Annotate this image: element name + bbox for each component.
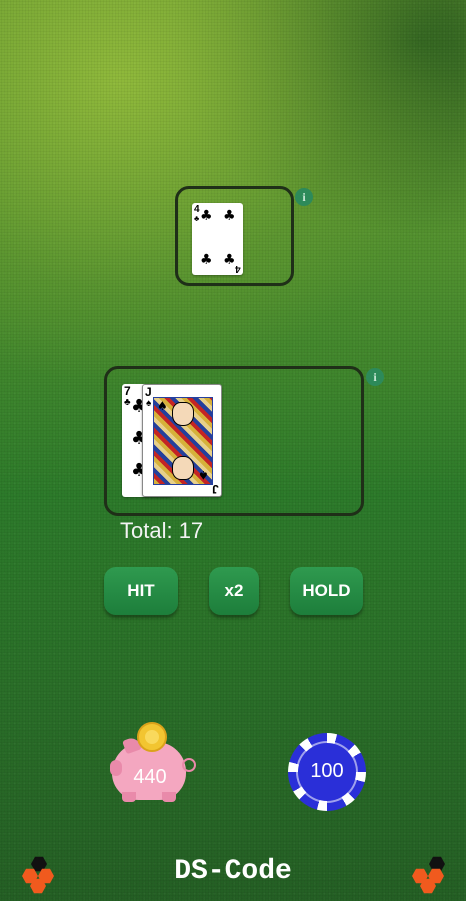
spade-pip-icon: ♠ (157, 399, 168, 413)
dealer-info-icon[interactable]: i (295, 188, 313, 206)
card-rank: J (145, 385, 152, 399)
card-rank: 7 (124, 384, 131, 398)
piggy-leg (122, 792, 136, 802)
hexagon-logo-icon (411, 856, 455, 894)
jack-head (172, 402, 194, 426)
card-suit: ♣ (194, 214, 200, 223)
player-info-icon[interactable]: i (366, 368, 384, 386)
club-pip-icon: ♣ (200, 208, 213, 224)
club-pip-icon: ♣ (223, 208, 236, 224)
hold-button[interactable]: HOLD (290, 567, 363, 615)
player-card-jack-spades: J ♠ ♠ ♠ J (142, 384, 222, 497)
card-rank-bottom: 4 (235, 263, 241, 274)
jack-head-inverted (172, 456, 194, 480)
piggy-bank-icon: 440 (110, 722, 196, 804)
card-suit: ♣ (124, 397, 131, 408)
dealer-card-4-clubs: 4 ♣ ♣ ♣ ♣ ♣ 4 (192, 203, 243, 275)
brand-title: DS-Code (174, 856, 292, 887)
spade-pip-icon: ♠ (198, 468, 209, 482)
player-total: Total: 17 (120, 518, 204, 543)
bet-amount: 100 (310, 760, 344, 782)
hit-button[interactable]: HIT (104, 567, 178, 615)
club-pip-icon: ♣ (200, 252, 213, 268)
piggy-leg (162, 792, 176, 802)
bank-balance: 440 (133, 766, 167, 788)
coin-icon (137, 722, 167, 752)
card-rank-bottom: J (212, 482, 219, 496)
piggy-tail (182, 758, 196, 772)
card-suit: ♠ (146, 398, 152, 409)
poker-chip-icon[interactable]: 100 (288, 733, 366, 811)
double-button[interactable]: x2 (209, 567, 259, 615)
